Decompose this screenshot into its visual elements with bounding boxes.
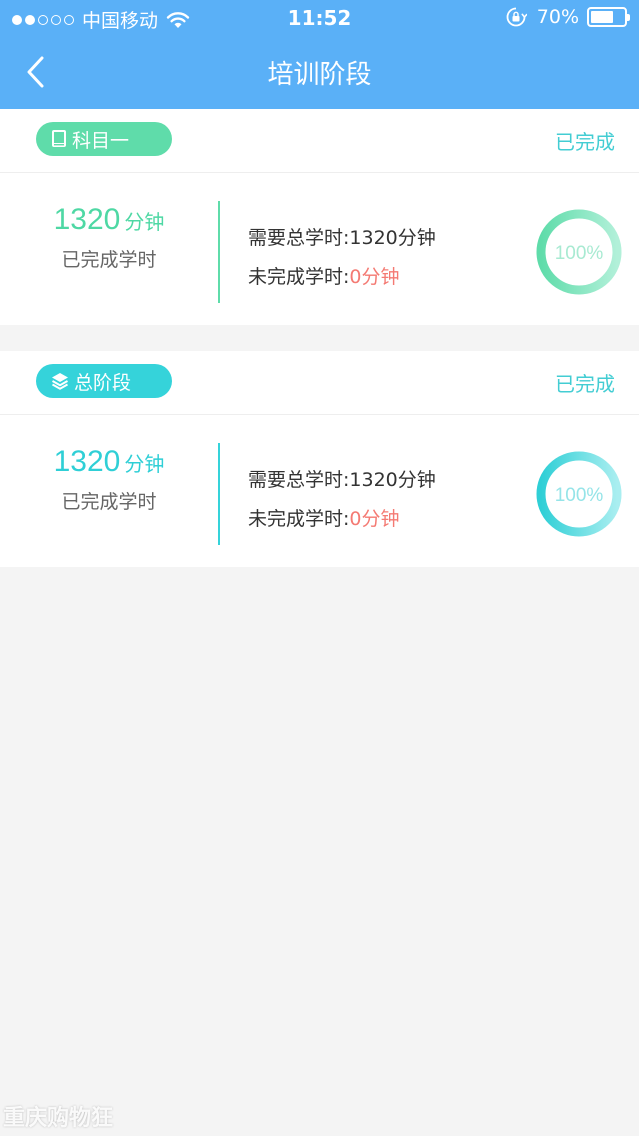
divider (218, 201, 220, 303)
stage-tag: 科目一 (36, 122, 172, 156)
completed-hours-label: 已完成学时 (61, 249, 157, 271)
stage-tag: 总阶段 (36, 364, 172, 398)
page-title: 培训阶段 (267, 60, 372, 90)
required-hours-label: 需要总学时: (248, 469, 350, 491)
remaining-hours-value: 0分钟 (349, 508, 400, 530)
completed-hours: 1320 分钟 已完成学时 (0, 445, 218, 514)
progress-text: 100% (555, 243, 604, 264)
completed-hours-unit: 分钟 (124, 452, 165, 476)
divider (218, 443, 220, 545)
status-bar: 中国移动 11:52 70% (0, 0, 639, 36)
required-hours-row: 需要总学时:1320分钟 (248, 219, 436, 258)
layers-icon (52, 373, 68, 390)
orientation-lock-icon (506, 7, 527, 27)
remaining-hours-row: 未完成学时:0分钟 (248, 500, 436, 539)
progress-ring: 100% (536, 209, 622, 295)
remaining-hours-label: 未完成学时: (248, 266, 350, 288)
required-hours-value: 1320分钟 (349, 227, 436, 249)
book-icon (52, 130, 66, 147)
battery-icon (587, 7, 630, 27)
card-body: 1320 分钟 已完成学时 需要总学时:1320分钟 未完成学时:0分钟 100% (0, 415, 639, 567)
remaining-hours-label: 未完成学时: (248, 508, 350, 530)
card-header: 总阶段 已完成 (0, 351, 639, 415)
required-hours-value: 1320分钟 (349, 469, 436, 491)
completed-hours-label: 已完成学时 (61, 491, 157, 513)
remaining-hours-row: 未完成学时:0分钟 (248, 258, 436, 297)
nav-bar: 培训阶段 (0, 36, 639, 109)
card-body: 1320 分钟 已完成学时 需要总学时:1320分钟 未完成学时:0分钟 100% (0, 173, 639, 325)
card-header: 科目一 已完成 (0, 109, 639, 173)
completed-hours-value: 1320 (53, 445, 121, 478)
completed-hours: 1320 分钟 已完成学时 (0, 203, 218, 272)
progress-text: 100% (555, 485, 604, 506)
required-hours-label: 需要总学时: (248, 227, 350, 249)
status-right: 70% (505, 6, 630, 28)
required-hours-row: 需要总学时:1320分钟 (248, 461, 436, 500)
stage-card-overall[interactable]: 总阶段 已完成 1320 分钟 已完成学时 需要总学时:1320分钟 未完成学时:… (0, 351, 639, 567)
header: 中国移动 11:52 70% 培训阶段 (0, 0, 639, 109)
stage-status: 已完成 (555, 130, 615, 154)
stage-status: 已完成 (555, 372, 615, 396)
hours-info: 需要总学时:1320分钟 未完成学时:0分钟 (248, 219, 436, 297)
progress-ring: 100% (536, 451, 622, 537)
watermark: 重庆购物狂 (3, 1106, 114, 1131)
stage-card-subject-one[interactable]: 科目一 已完成 1320 分钟 已完成学时 需要总学时:1320分钟 未完成学时:… (0, 109, 639, 325)
completed-hours-unit: 分钟 (124, 210, 165, 234)
battery-percent: 70% (536, 6, 579, 28)
hours-info: 需要总学时:1320分钟 未完成学时:0分钟 (248, 461, 436, 539)
remaining-hours-value: 0分钟 (349, 266, 400, 288)
stage-tag-label: 科目一 (72, 129, 130, 152)
stage-tag-label: 总阶段 (74, 371, 132, 394)
completed-hours-value: 1320 (53, 203, 121, 236)
